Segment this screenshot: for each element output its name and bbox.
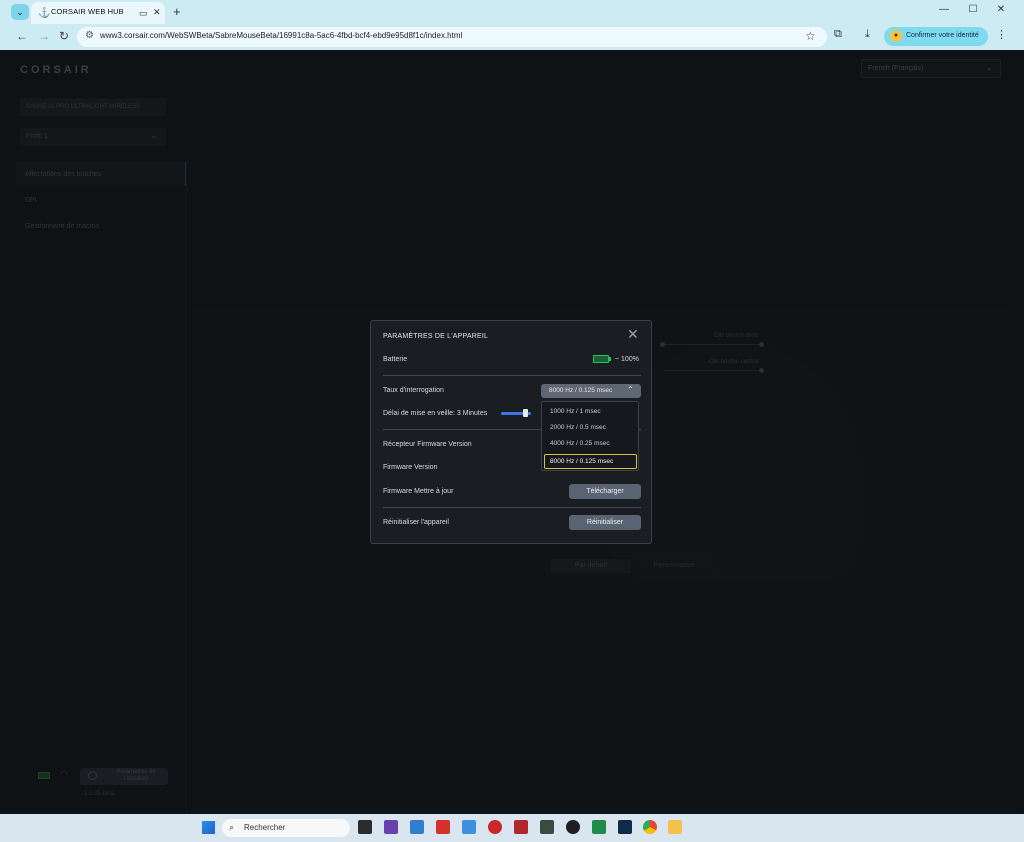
media-icon[interactable]: ▭ [139,8,148,19]
reload-icon[interactable]: ↻ [59,29,69,43]
forward-icon[interactable]: → [38,29,50,43]
default-button[interactable]: Par défaut [551,559,631,573]
sidebar-divider [186,162,187,812]
divider [383,507,641,508]
cpuz-icon[interactable] [514,820,528,834]
callout-middle-click: Clic bouton central [709,359,759,365]
gear-icon [88,771,97,780]
profile-label: Profil 1 [26,133,48,140]
chevron-down-icon: ⌄ [986,63,993,72]
sleep-delay-label: Délai de mise en veille: 3 Minutes [383,410,488,417]
polling-rate-label: Taux d'interrogation [383,387,444,394]
windows-start-icon[interactable] [202,821,215,834]
device-settings-button[interactable]: Paramètres de l'appareil [80,768,168,785]
callout-line [664,370,760,371]
polling-option[interactable]: 2000 Hz / 0.5 msec [550,424,606,431]
app-icon-monitor[interactable] [540,820,554,834]
photoshop-icon[interactable] [618,820,632,834]
sidebar-item-dpi[interactable]: DPI [16,190,186,210]
tab-title: CORSAIR WEB HUB [51,7,124,16]
callout-dot [759,368,764,373]
profile-avatar-icon: ● [890,30,902,42]
sidebar-item-label: Gestionnaire de macros [25,223,100,230]
app-icon-purple[interactable] [384,820,398,834]
chrome-icon[interactable] [643,820,657,834]
sidebar-item-label: Affectations des touches [25,171,102,178]
battery-icon [593,355,611,363]
divider [383,375,641,376]
search-placeholder: Rechercher [244,823,286,832]
address-bar[interactable]: ⚙ www3.corsair.com/WebSWBeta/SabreMouseB… [77,27,827,47]
identity-button[interactable]: ● Confirmer votre identité [884,27,988,46]
site-info-icon[interactable]: ⚙ [85,30,94,41]
callout-line [664,344,760,345]
tab-close-icon[interactable]: ✕ [153,7,161,18]
app-version: 1.0.35-beta [84,791,115,797]
chevron-up-icon: ⌃ [627,385,634,394]
new-tab-icon[interactable]: + [173,4,181,19]
polling-option[interactable]: 1000 Hz / 1 msec [550,408,601,415]
battery-label: Batterie [383,356,408,363]
window-close-icon[interactable]: ✕ [991,4,1011,15]
battery-value: ~ 100% [615,356,639,363]
slider-thumb[interactable] [523,409,528,417]
app-icon-blue[interactable] [410,820,424,834]
identity-button-label: Confirmer votre identité [906,32,979,39]
minimize-icon[interactable]: — [934,4,954,15]
device-settings-label: Paramètres de l'appareil [116,769,156,782]
wifi-icon: ◠ [60,769,68,779]
app-icon-cloud[interactable] [462,820,476,834]
browser-toolbar: ← → ↻ ⚙ www3.corsair.com/WebSWBeta/Sabre… [0,24,1024,50]
polling-option[interactable]: 4000 Hz / 0.25 msec [550,440,610,447]
polling-rate-dropdown: 1000 Hz / 1 msec 2000 Hz / 0.5 msec 4000… [541,401,639,471]
sidebar-item-key-assignments[interactable]: Affectations des touches [16,162,187,186]
language-label: French (Français) [868,65,924,72]
task-view-icon[interactable] [358,820,372,834]
bookmark-star-icon[interactable]: ☆ [805,29,816,43]
language-select[interactable]: French (Français) ⌄ [861,59,1001,78]
modal-title: PARAMÈTRES DE L'APPAREIL [383,333,489,340]
search-icon: ⌕ [229,822,235,832]
profile-select[interactable]: Profil 1 ⌄ [20,128,166,146]
taskbar-search[interactable]: ⌕ Rechercher [222,819,350,837]
app-icon-pulse[interactable] [592,820,606,834]
close-icon[interactable]: ✕ [627,326,639,343]
polling-rate-value: 8000 Hz / 0.125 msec [549,387,613,394]
callout-dot [759,342,764,347]
file-explorer-icon[interactable] [668,820,682,834]
browser-tab-strip: ⌄ ⚓ CORSAIR WEB HUB ▭ ✕ + — ☐ ✕ [0,0,1024,24]
extensions-icon[interactable]: ⧉ [834,28,842,41]
back-icon[interactable]: ← [16,29,28,43]
tab-search-button[interactable]: ⌄ [11,4,29,20]
browser-menu-icon[interactable]: ⋮ [996,28,1007,41]
reset-device-label: Réinitialiser l'appareil [383,519,449,526]
download-icon[interactable]: ⤓ [865,28,870,41]
sidebar-item-macros[interactable]: Gestionnaire de macros [16,216,186,236]
device-selector[interactable]: SABRE v2 PRO ULTRALIGHT WIRELESS [20,98,166,116]
firmware-version-label: Firmware Version [383,464,438,471]
app-icon-red[interactable] [436,820,450,834]
polling-option-label: 8000 Hz / 0.125 msec [550,458,614,465]
polling-option-selected[interactable]: 8000 Hz / 0.125 msec [544,454,637,469]
firmware-update-label: Firmware Mettre à jour [383,488,454,495]
custom-button[interactable]: Personnalisé [634,559,714,573]
chevron-down-icon: ⌄ [150,130,158,140]
reset-button[interactable]: Réinitialiser [569,515,641,530]
maximize-icon[interactable]: ☐ [963,4,983,15]
device-name: SABRE v2 PRO ULTRALIGHT WIRELESS [26,104,141,110]
app-icon-circle[interactable] [566,820,580,834]
browser-tab[interactable]: ⚓ CORSAIR WEB HUB ▭ ✕ [31,2,165,24]
download-button[interactable]: Télécharger [569,484,641,499]
receiver-firmware-label: Récepteur Firmware Version [383,441,472,448]
windows-taskbar: ⌕ Rechercher [0,814,1024,842]
corsair-favicon-icon: ⚓ [38,8,51,19]
callout-dot [660,342,665,347]
app-icon-power[interactable] [488,820,502,834]
sidebar-item-label: DPI [25,197,37,204]
battery-icon [38,772,50,779]
corsair-logo: CORSAIR [20,64,92,76]
url-text[interactable]: www3.corsair.com/WebSWBeta/SabreMouseBet… [100,31,462,40]
polling-rate-select[interactable]: 8000 Hz / 0.125 msec ⌃ [541,384,641,398]
callout-right-click: Clic bouton droit [714,333,758,339]
